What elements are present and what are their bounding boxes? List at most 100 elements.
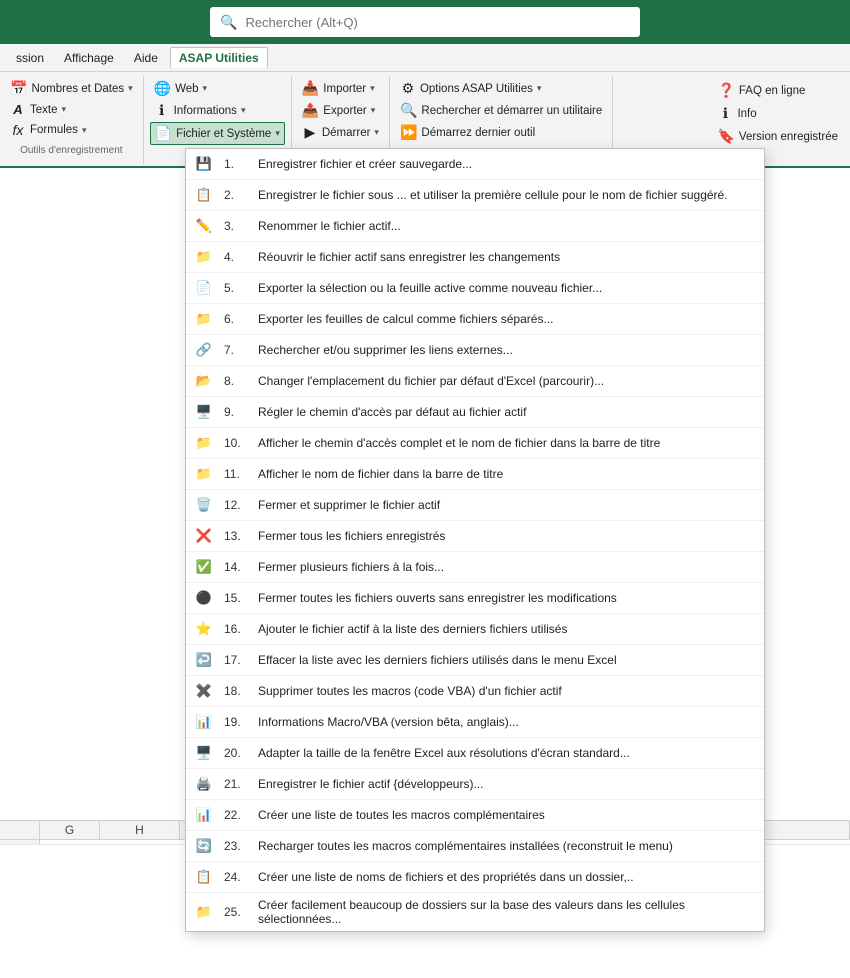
search-bar: 🔍 <box>0 0 850 44</box>
item-icon-15: ⚫ <box>194 588 214 608</box>
item-num-14: 14. <box>224 560 248 574</box>
dropdown-item-12[interactable]: 🗑️ 12. Fermer et supprimer le fichier acti… <box>186 490 764 521</box>
dropdown-item-1[interactable]: 💾1.Enregistrer fichier et créer sauvegar… <box>186 149 764 180</box>
item-num-5: 5. <box>224 281 248 295</box>
ribbon-group-help: ❓ FAQ en ligne ℹ Info 🔖 Version enregist… <box>705 76 850 151</box>
menu-item-aide[interactable]: Aide <box>126 48 166 68</box>
dropdown-item-21[interactable]: 🖨️21.Enregistrer le fichier actif {dével… <box>186 769 764 800</box>
ribbon-group-outils: 📅 Nombres et Dates ▾ A Texte ▾ fx Formul… <box>0 76 144 164</box>
dropdown-item-3[interactable]: ✏️3.Renommer le fichier actif... <box>186 211 764 242</box>
dropdown-item-24[interactable]: 📋24.Créer une liste de noms de fichiers … <box>186 862 764 893</box>
item-icon-8: 📂 <box>194 371 214 391</box>
menu-item-asap[interactable]: ASAP Utilities <box>170 47 268 68</box>
dropdown-item-19[interactable]: 📊19.Informations Macro/VBA (version bêta… <box>186 707 764 738</box>
item-text-21: Enregistrer le fichier actif {développeu… <box>258 777 483 791</box>
fast-forward-icon: ⏩ <box>400 124 417 141</box>
btn-dernier-outil[interactable]: ⏩ Démarrez dernier outil <box>396 122 606 143</box>
item-num-6: 6. <box>224 312 248 326</box>
search-input[interactable] <box>245 15 630 30</box>
btn-informations[interactable]: ℹ Informations ▾ <box>150 100 285 121</box>
dropdown-item-23[interactable]: 🔄 23. Recharger toutes les macros compléme… <box>186 831 764 862</box>
import-icon: 📥 <box>302 80 319 97</box>
item-icon-22: 📊 <box>194 805 214 825</box>
item-icon-19: 📊 <box>194 712 214 732</box>
dropdown-arrow: ▾ <box>62 104 67 115</box>
dropdown-arrow: ▾ <box>537 83 542 94</box>
btn-version[interactable]: 🔖 Version enregistrée <box>713 126 842 147</box>
item-icon-14: ✅ <box>194 557 214 577</box>
item-icon-23: 🔄 <box>194 836 214 856</box>
item-num-19: 19. <box>224 715 248 729</box>
search-icon: 🔍 <box>220 14 237 31</box>
dropdown-arrow: ▾ <box>370 83 375 94</box>
item-icon-20: 🖥️ <box>194 743 214 763</box>
item-text-12: Fermer et supprimer le fichier actif <box>258 498 440 512</box>
item-text-4: Réouvrir le fichier actif sans enregistr… <box>258 250 560 264</box>
dropdown-item-10[interactable]: 📁 10. Afficher le chemin d'accès complet e… <box>186 428 764 459</box>
btn-info[interactable]: ℹ Info <box>713 103 842 124</box>
item-text-6: Exporter les feuilles de calcul comme fi… <box>258 312 553 326</box>
dropdown-item-16[interactable]: ⭐16.Ajouter le fichier actif à la liste … <box>186 614 764 645</box>
dropdown-item-9[interactable]: 🖥️9.Régler le chemin d'accès par défaut … <box>186 397 764 428</box>
item-icon-1: 💾 <box>194 154 214 174</box>
btn-web[interactable]: 🌐 Web ▾ <box>150 78 285 99</box>
item-icon-6: 📁 <box>194 309 214 329</box>
item-num-12: 12. <box>224 498 248 512</box>
file-icon: 📄 <box>155 125 172 142</box>
item-num-2: 2. <box>224 188 248 202</box>
btn-options[interactable]: ⚙ Options ASAP Utilities ▾ <box>396 78 606 99</box>
btn-faq[interactable]: ❓ FAQ en ligne <box>713 80 842 101</box>
menu-item-affichage[interactable]: Affichage <box>56 48 122 68</box>
dropdown-item-6[interactable]: 📁 6. Exporter les feuilles de calcul comme… <box>186 304 764 335</box>
dropdown-item-8[interactable]: 📂8.Changer l'emplacement du fichier par … <box>186 366 764 397</box>
web-icon: 🌐 <box>154 80 171 97</box>
dropdown-item-7[interactable]: 🔗7.Rechercher et/ou supprimer les liens … <box>186 335 764 366</box>
item-text-22: Créer une liste de toutes les macros com… <box>258 808 545 822</box>
gear-icon: ⚙ <box>400 80 416 97</box>
item-num-23: 23. <box>224 839 248 853</box>
search-input-wrap[interactable]: 🔍 <box>210 7 640 37</box>
dropdown-arrow: ▾ <box>275 128 280 139</box>
dropdown-item-22[interactable]: 📊22.Créer une liste de toutes les macros… <box>186 800 764 831</box>
col-header-h: H <box>100 821 180 839</box>
item-num-1: 1. <box>224 157 248 171</box>
item-icon-7: 🔗 <box>194 340 214 360</box>
item-num-17: 17. <box>224 653 248 667</box>
dropdown-item-5[interactable]: 📄5.Exporter la sélection ou la feuille a… <box>186 273 764 304</box>
dropdown-arrow: ▾ <box>374 127 379 138</box>
item-icon-10: 📁 <box>194 433 214 453</box>
dropdown-item-18[interactable]: ✖️18.Supprimer toutes les macros (code V… <box>186 676 764 707</box>
calendar-icon: 📅 <box>10 80 27 97</box>
dropdown-item-14[interactable]: ✅14.Fermer plusieurs fichiers à la fois.… <box>186 552 764 583</box>
faq-icon: ❓ <box>717 82 734 99</box>
btn-rechercher-utilitaire[interactable]: 🔍 Rechercher et démarrer un utilitaire <box>396 100 606 121</box>
item-icon-12: 🗑️ <box>194 495 214 515</box>
formula-icon: fx <box>10 122 26 138</box>
dropdown-item-25[interactable]: 📁25.Créer facilement beaucoup de dossier… <box>186 893 764 931</box>
dropdown-arrow: ▾ <box>241 105 246 116</box>
dropdown-item-11[interactable]: 📁11.Afficher le nom de fichier dans la b… <box>186 459 764 490</box>
item-text-10: Afficher le chemin d'accès complet et le… <box>258 436 660 450</box>
dropdown-item-4[interactable]: 📁4.Réouvrir le fichier actif sans enregi… <box>186 242 764 273</box>
item-icon-18: ✖️ <box>194 681 214 701</box>
item-text-23: Recharger toutes les macros complémentai… <box>258 839 673 853</box>
btn-fichier-systeme[interactable]: 📄 Fichier et Système ▾ <box>150 122 285 145</box>
btn-nombres-dates[interactable]: 📅 Nombres et Dates ▾ <box>6 78 137 99</box>
btn-formules[interactable]: fx Formules ▾ <box>6 120 137 140</box>
item-icon-9: 🖥️ <box>194 402 214 422</box>
item-text-9: Régler le chemin d'accès par défaut au f… <box>258 405 526 419</box>
dropdown-item-17[interactable]: ↩️17.Effacer la liste avec les derniers … <box>186 645 764 676</box>
btn-importer[interactable]: 📥 Importer ▾ <box>298 78 383 99</box>
dropdown-item-13[interactable]: ❌13.Fermer tous les fichiers enregistrés <box>186 521 764 552</box>
btn-demarrer[interactable]: ▶ Démarrer ▾ <box>298 122 383 143</box>
item-num-21: 21. <box>224 777 248 791</box>
dropdown-item-2[interactable]: 📋2.Enregistrer le fichier sous ... et ut… <box>186 180 764 211</box>
dropdown-item-20[interactable]: 🖥️20.Adapter la taille de la fenêtre Exc… <box>186 738 764 769</box>
menu-item-ssion[interactable]: ssion <box>8 48 52 68</box>
item-num-10: 10. <box>224 436 248 450</box>
item-num-4: 4. <box>224 250 248 264</box>
btn-texte[interactable]: A Texte ▾ <box>6 100 137 119</box>
item-text-15: Fermer toutes les fichiers ouverts sans … <box>258 591 617 605</box>
btn-exporter[interactable]: 📤 Exporter ▾ <box>298 100 383 121</box>
dropdown-item-15[interactable]: ⚫15.Fermer toutes les fichiers ouverts s… <box>186 583 764 614</box>
